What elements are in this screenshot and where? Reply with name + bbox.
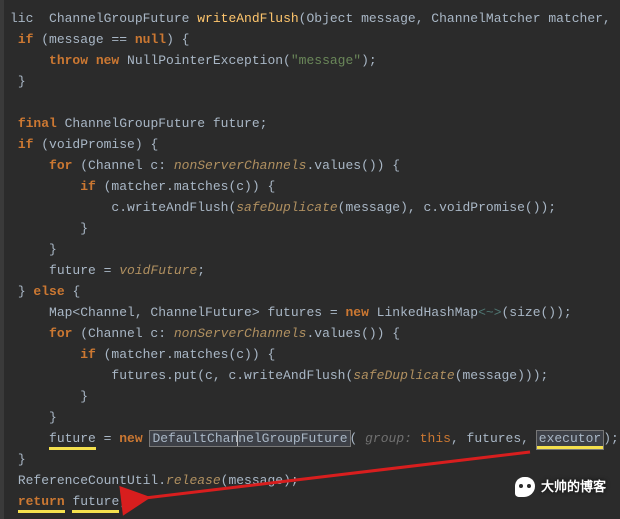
line-9: if (matcher.matches(c)) { (80, 179, 275, 194)
line-1: lic ChannelGroupFuture writeAndFlush(Obj… (10, 11, 611, 26)
line-21: future = new DefaultChannelGroupFuture( … (49, 431, 619, 450)
line-15: Map<Channel, ChannelFuture> futures = ne… (49, 305, 572, 320)
line-19: } (80, 389, 88, 404)
line-24: return future; (18, 494, 127, 513)
line-20: } (49, 410, 57, 425)
line-18: futures.put(c, c.writeAndFlush(safeDupli… (111, 368, 548, 383)
line-17: if (matcher.matches(c)) { (80, 347, 275, 362)
line-12: } (49, 242, 57, 257)
line-8: for (Channel c: nonServerChannels.values… (49, 158, 400, 173)
line-4: } (18, 74, 26, 89)
line-14: } else { (18, 284, 80, 299)
line-3: throw new NullPointerException("message"… (49, 53, 377, 68)
line-10: c.writeAndFlush(safeDuplicate(message), … (111, 200, 556, 215)
line-7: if (voidPromise) { (18, 137, 158, 152)
watermark-text: 大帅的博客 (541, 476, 606, 497)
line-22: } (18, 452, 26, 467)
watermark: 大帅的博客 (515, 476, 606, 497)
line-6: final ChannelGroupFuture future; (18, 116, 268, 131)
line-11: } (80, 221, 88, 236)
code-editor[interactable]: lic ChannelGroupFuture writeAndFlush(Obj… (0, 0, 620, 512)
line-16: for (Channel c: nonServerChannels.values… (49, 326, 400, 341)
line-2: if (message == null) { (18, 32, 190, 47)
wechat-icon (515, 477, 535, 497)
line-23: ReferenceCountUtil.release(message); (18, 473, 299, 488)
line-13: future = voidFuture; (49, 263, 205, 278)
editor-gutter (0, 0, 4, 519)
